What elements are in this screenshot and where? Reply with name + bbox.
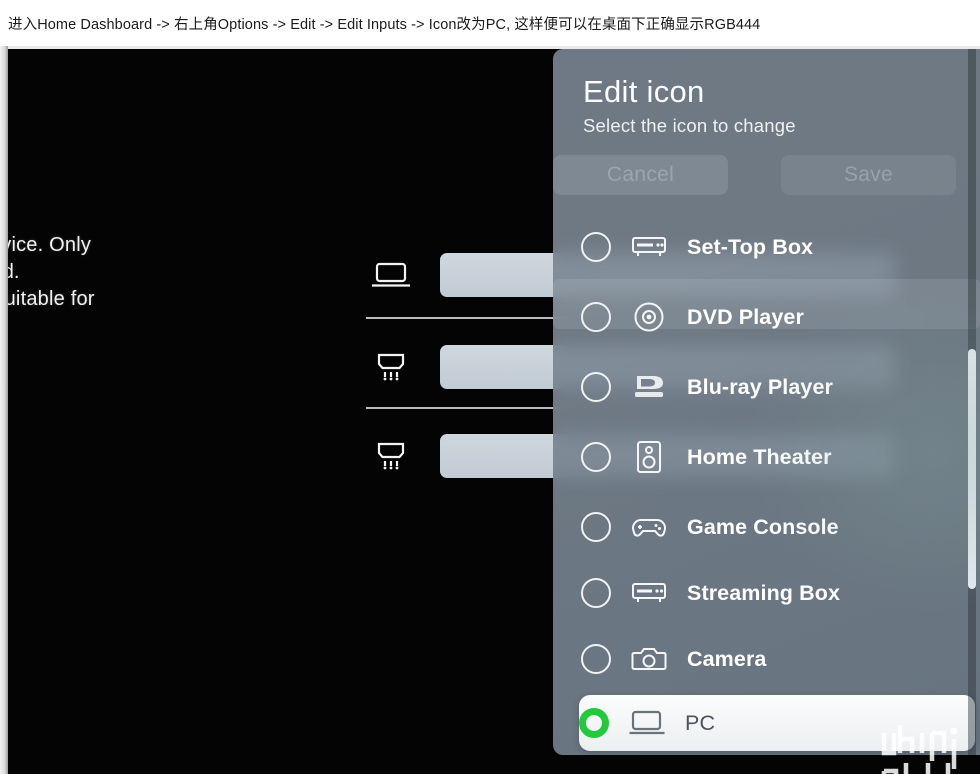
- set-top-box-icon: [629, 230, 669, 264]
- icon-option-label: Set-Top Box: [687, 234, 814, 259]
- tv-photo: r device. Only be suitable for layed. n.: [0, 46, 980, 774]
- dialog-title: Edit icon: [583, 74, 705, 109]
- speaker-icon: [629, 440, 669, 474]
- radio-button[interactable]: [581, 372, 611, 402]
- hdmi-port-icon: [368, 350, 414, 384]
- icon-option-label: Home Theater: [687, 444, 832, 469]
- dialog-scrollbar-thumb[interactable]: [968, 349, 976, 589]
- icon-option-label: Blu-ray Player: [687, 374, 833, 399]
- radio-button[interactable]: [581, 302, 611, 332]
- icon-option-list: Set-Top Box DVD Player Blu-ray Player Ho…: [553, 167, 980, 755]
- dvd-disc-icon: [629, 300, 669, 334]
- edit-icon-dialog: Edit icon Select the icon to change Canc…: [553, 49, 980, 755]
- hdmi-port-icon: [368, 439, 414, 473]
- icon-option-label: Camera: [687, 646, 767, 671]
- gamepad-icon: [629, 510, 669, 544]
- screenshot-root: 进入Home Dashboard -> 右上角Options -> Edit -…: [0, 0, 980, 774]
- radio-button[interactable]: [581, 442, 611, 472]
- dialog-subtitle: Select the icon to change: [583, 115, 796, 136]
- radio-button[interactable]: [581, 232, 611, 262]
- radio-button[interactable]: [581, 644, 611, 674]
- icon-option-bluray-player[interactable]: Blu-ray Player: [581, 359, 973, 415]
- radio-button-selected[interactable]: [579, 708, 609, 738]
- icon-option-dvd-player[interactable]: DVD Player: [581, 289, 973, 345]
- radio-button[interactable]: [581, 512, 611, 542]
- chiphell-logo-icon: [870, 717, 980, 774]
- tv-screen: r device. Only be suitable for layed. n.: [8, 49, 980, 774]
- laptop-icon: [368, 258, 414, 292]
- camera-icon: [629, 642, 669, 676]
- photo-left-edge: [0, 46, 8, 774]
- icon-option-label: Streaming Box: [687, 580, 841, 605]
- icon-option-label: Game Console: [687, 514, 839, 539]
- icon-option-camera[interactable]: Camera: [581, 631, 973, 687]
- icon-option-set-top-box[interactable]: Set-Top Box: [581, 219, 973, 275]
- monitor-icon: [627, 706, 667, 740]
- bluray-disc-icon: [629, 370, 669, 404]
- icon-option-label: PC: [685, 710, 716, 735]
- caption-text: 进入Home Dashboard -> 右上角Options -> Edit -…: [8, 16, 761, 33]
- icon-option-streaming-box[interactable]: Streaming Box: [581, 565, 973, 621]
- icon-option-game-console[interactable]: Game Console: [581, 499, 973, 555]
- radio-button[interactable]: [581, 578, 611, 608]
- icon-option-home-theater[interactable]: Home Theater: [581, 429, 973, 485]
- streaming-box-icon: [629, 576, 669, 610]
- dialog-header: Edit icon Select the icon to change: [583, 73, 963, 137]
- caption-bar: 进入Home Dashboard -> 右上角Options -> Edit -…: [0, 0, 980, 46]
- icon-option-label: DVD Player: [687, 304, 804, 329]
